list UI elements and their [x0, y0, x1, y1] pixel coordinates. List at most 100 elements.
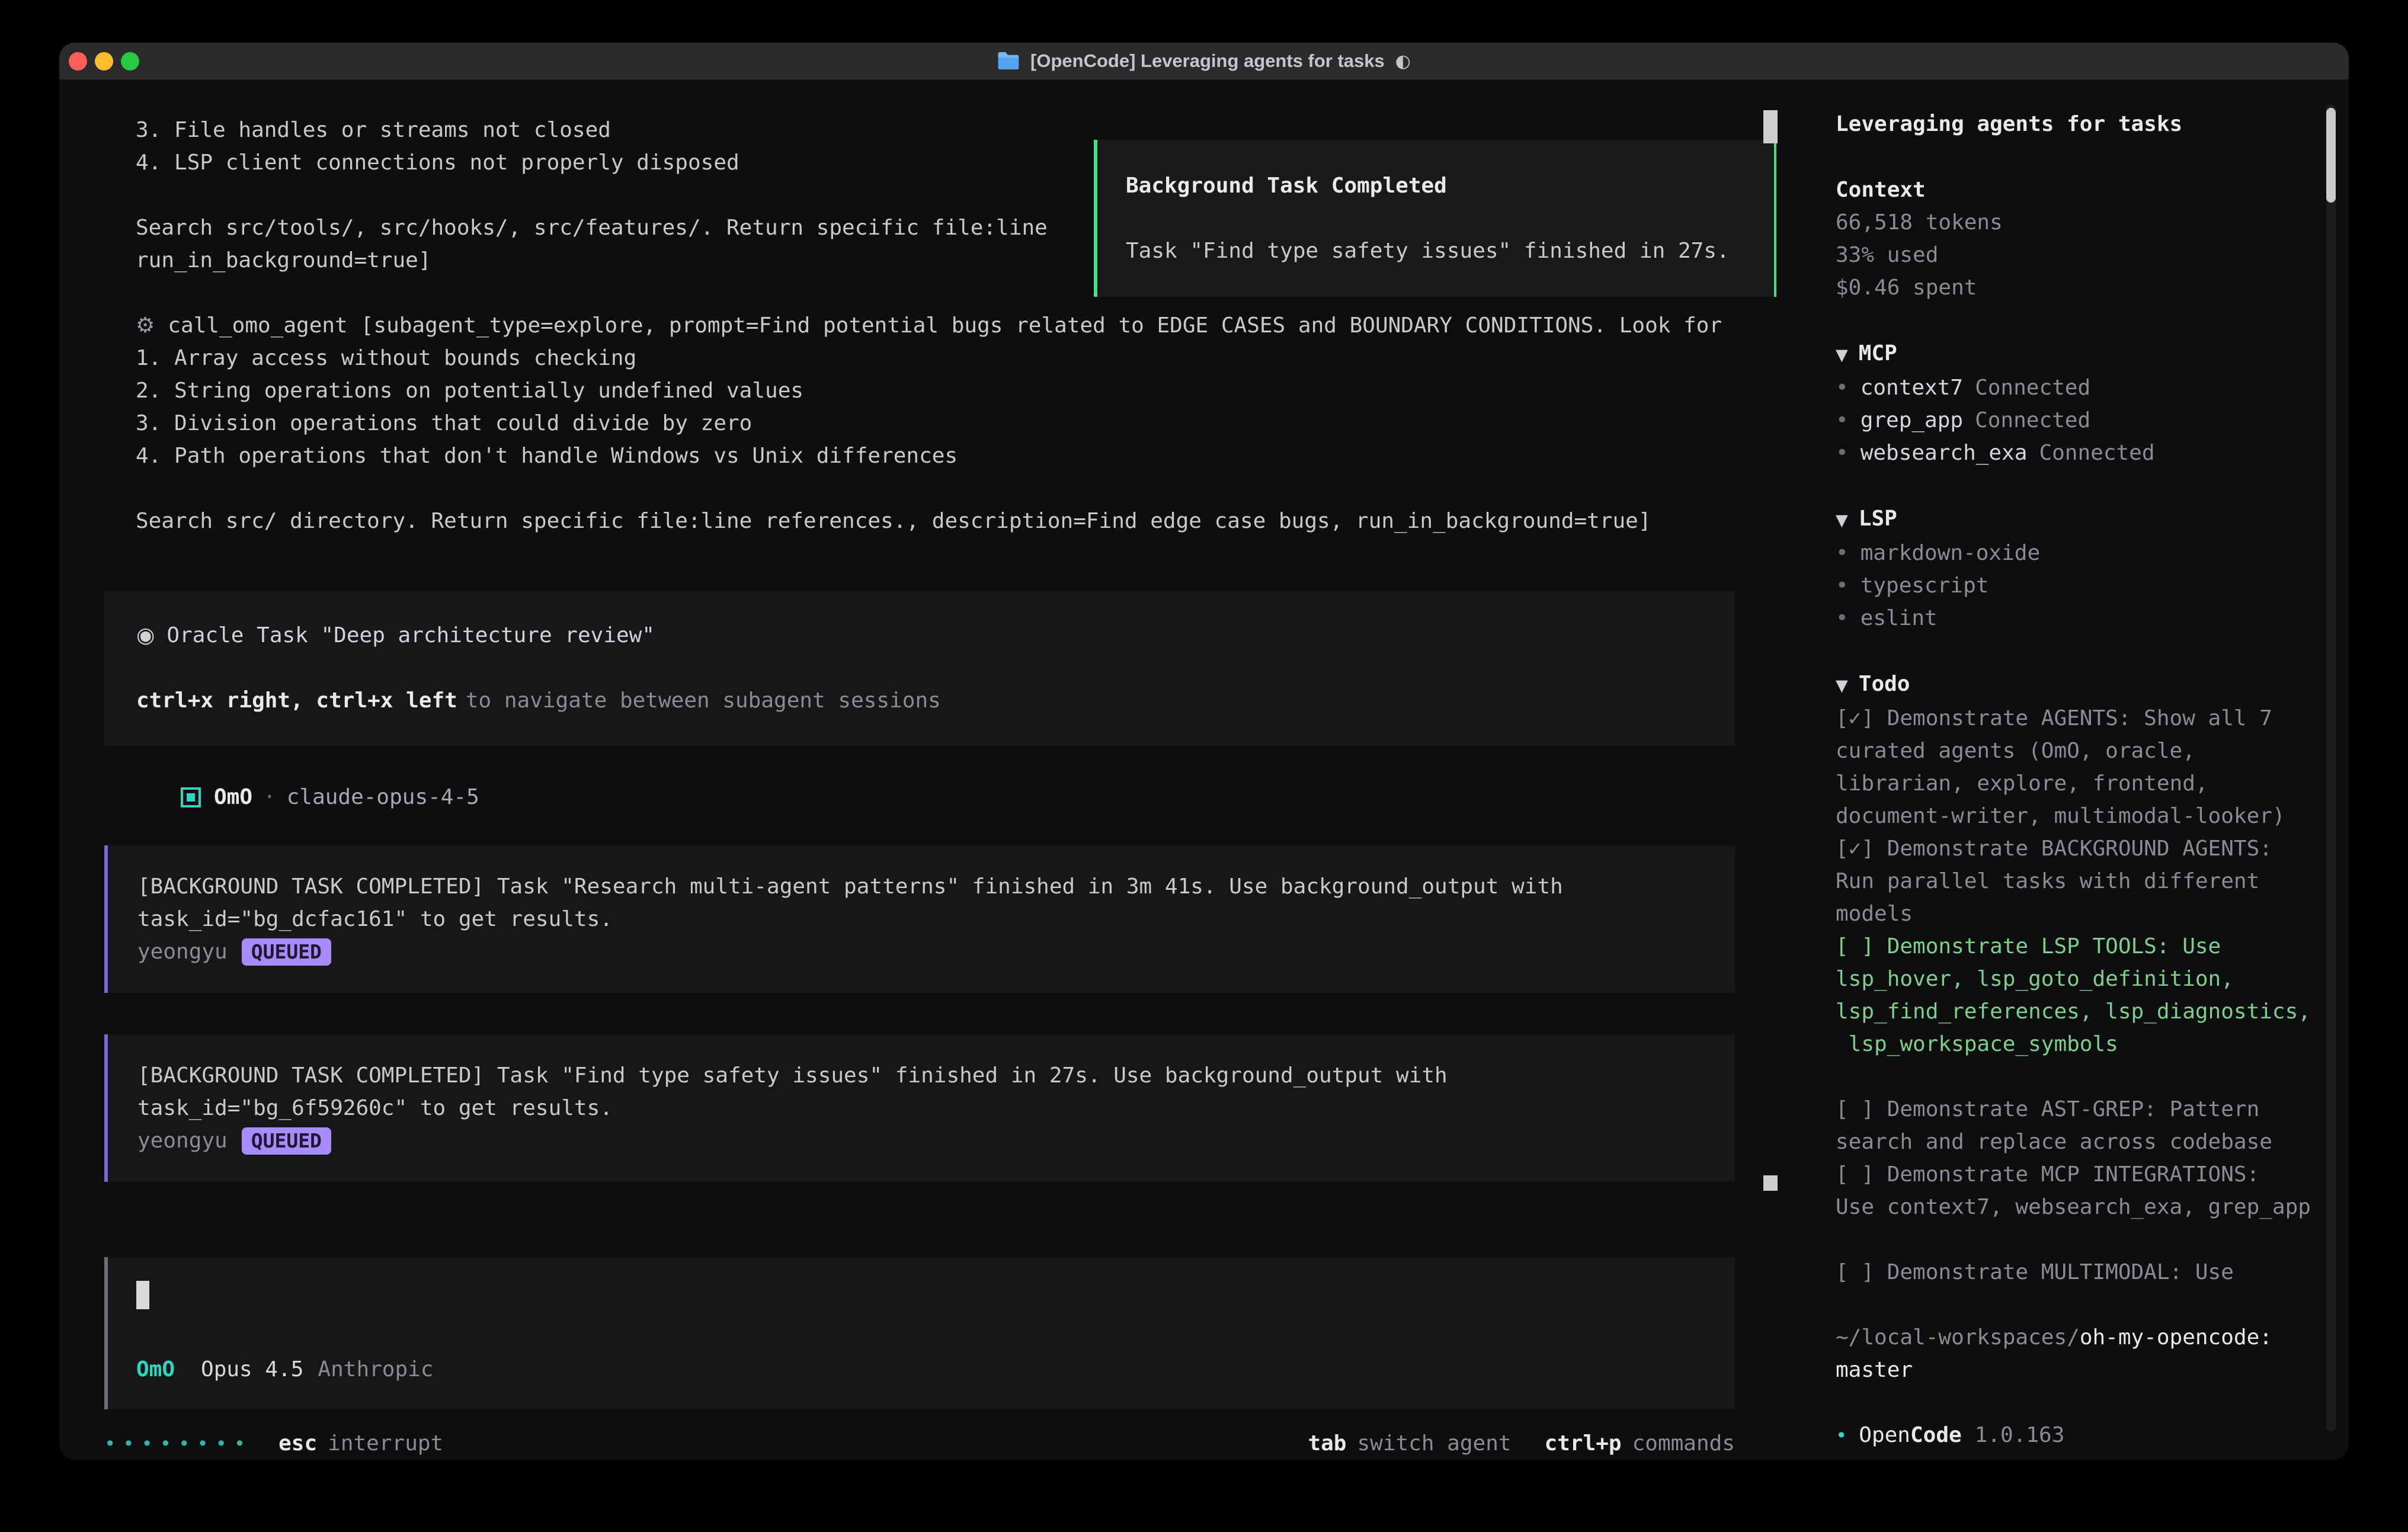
key-esc-label: interrupt	[328, 1431, 443, 1456]
agent-header: OmO · claude-opus-4-5	[181, 781, 1735, 813]
session-sidebar[interactable]: Leveraging agents for tasks Context 66,5…	[1801, 81, 2349, 1460]
titlebar: [OpenCode] Leveraging agents for tasks ◐	[59, 43, 2349, 81]
lsp-item: •eslint	[1836, 602, 2327, 634]
todo-line: [ ] Demonstrate LSP TOOLS: Use	[1836, 930, 2327, 963]
workspace-path: ~/local-workspaces/oh-my-opencode: maste…	[1836, 1321, 2327, 1386]
key-ctrlp: ctrl+p	[1545, 1431, 1622, 1456]
background-task-toast[interactable]: Background Task Completed Task "Find typ…	[1094, 140, 1776, 297]
app-name-bold: Code	[1910, 1423, 1962, 1447]
zoom-window-button[interactable]	[121, 52, 139, 70]
log-line: 3. Division operations that could divide…	[104, 407, 1735, 440]
todo-line: [✓] Demonstrate BACKGROUND AGENTS:	[1836, 832, 2327, 865]
log-line: Search src/ directory. Return specific f…	[104, 505, 1735, 537]
lsp-section-header[interactable]: ▼LSP	[1836, 502, 2327, 537]
app-name: Open	[1859, 1423, 1910, 1447]
todo-line: librarian, explore, frontend,	[1836, 767, 2327, 800]
mcp-item-status: Connected	[1975, 408, 2090, 432]
lsp-item-name: typescript	[1861, 573, 1989, 598]
prompt-input[interactable]: OmO Opus 4.5 Anthropic	[104, 1257, 1735, 1409]
mcp-item: •grep_appConnected	[1836, 404, 2327, 437]
terminal-window: [OpenCode] Leveraging agents for tasks ◐…	[59, 43, 2349, 1460]
toast-title: Background Task Completed	[1126, 169, 1746, 202]
mcp-item: • websearch_exa Connected	[1836, 437, 2327, 469]
background-task-message: [BACKGROUND TASK COMPLETED] Task "Find t…	[104, 1034, 1735, 1182]
oracle-task-title: Oracle Task "Deep architecture review"	[166, 623, 655, 648]
chevron-down-icon: ▼	[1836, 677, 1848, 695]
minimize-window-button[interactable]	[95, 52, 113, 70]
workspace-branch: master	[1836, 1358, 1913, 1382]
todo-line: Use context7, websearch_exa, grep_app	[1836, 1191, 2327, 1223]
lsp-section: ▼LSP • markdown-oxide • typescript •eslint	[1836, 502, 2327, 634]
todo-line: Run parallel tasks with different	[1836, 865, 2327, 898]
busy-indicator-icon: ◐	[1395, 51, 1411, 72]
sidebar-scrollbar-track[interactable]	[2326, 104, 2336, 1431]
mcp-item: •context7Connected	[1836, 371, 2327, 404]
close-window-button[interactable]	[69, 52, 87, 70]
status-badge: QUEUED	[242, 1127, 331, 1155]
todo-line: document-writer, multimodal-looker)	[1836, 800, 2327, 832]
sidebar-scrollbar-thumb[interactable]	[2326, 108, 2336, 203]
context-used: 33% used	[1836, 239, 2327, 271]
mcp-section: ▼MCP •context7Connected •grep_appConnect…	[1836, 337, 2327, 469]
log-line: 2. String operations on potentially unde…	[104, 374, 1735, 407]
todo-line: search and replace across codebase	[1836, 1126, 2327, 1158]
key-tab-label: switch agent	[1357, 1431, 1511, 1456]
tool-name: call_omo_agent	[168, 313, 347, 338]
todo-line: lsp_hover, lsp_goto_definition,	[1836, 963, 2327, 995]
bullet-icon: •	[1836, 376, 1849, 400]
todo-line: models	[1836, 898, 2327, 930]
todo-line: curated agents (OmO, oracle,	[1836, 735, 2327, 767]
mcp-item-name: websearch_exa	[1861, 441, 2028, 465]
window-title: [OpenCode] Leveraging agents for tasks ◐	[997, 50, 1411, 72]
context-header: Context	[1836, 174, 2327, 206]
tool-args: [subagent_type=explore, prompt=Find pote…	[361, 313, 1722, 338]
oracle-task-icon: ◉	[136, 623, 155, 648]
bullet-icon: •	[1836, 541, 1849, 565]
window-title-text: [OpenCode] Leveraging agents for tasks	[1030, 50, 1385, 72]
bullet-icon: •	[1836, 408, 1849, 432]
lsp-item: • typescript	[1836, 569, 2327, 602]
chevron-down-icon: ▼	[1836, 346, 1848, 364]
toast-body: Task "Find type safety issues" finished …	[1126, 235, 1746, 267]
input-provider-name: Anthropic	[318, 1353, 433, 1386]
mcp-section-header[interactable]: ▼MCP	[1836, 337, 2327, 371]
app-version: •OpenCode1.0.163	[1836, 1419, 2327, 1452]
main-pane: 3. File handles or streams not closed 4.…	[59, 81, 1801, 1460]
todo-line: [✓] Demonstrate AGENTS: Show all 7	[1836, 702, 2327, 735]
chat-scroll-area[interactable]: 3. File handles or streams not closed 4.…	[59, 81, 1801, 1257]
todo-line: [ ] Demonstrate MULTIMODAL: Use	[1836, 1256, 2327, 1289]
blank-line	[136, 652, 1703, 684]
todo-item: [✓] Demonstrate AGENTS: Show all 7 curat…	[1836, 702, 2327, 832]
spinner-dots-icon: ••••••••	[104, 1432, 252, 1455]
task-message-meta: yeongyu QUEUED	[137, 1124, 1703, 1157]
log-line: 4. Path operations that don't handle Win…	[104, 440, 1735, 472]
tool-call-line: ⚙call_omo_agent[subagent_type=explore, p…	[104, 309, 1735, 342]
todo-line: lsp_workspace_symbols	[1836, 1028, 2327, 1060]
bullet-icon: •	[1836, 441, 1849, 465]
chat-scrollbar-end[interactable]	[1763, 1175, 1778, 1191]
mcp-item-status: Connected	[2039, 441, 2154, 465]
mcp-item-status: Connected	[1975, 376, 2090, 400]
keyhint-switch-agent: tab switch agent	[1308, 1431, 1511, 1456]
traffic-lights	[69, 43, 139, 79]
lsp-item-name: markdown-oxide	[1861, 541, 2040, 565]
task-user: yeongyu	[137, 1124, 228, 1157]
oracle-task-box: ◉Oracle Task "Deep architecture review" …	[104, 591, 1735, 745]
todo-line: [ ] Demonstrate MCP INTEGRATIONS:	[1836, 1158, 2327, 1191]
bullet-icon: •	[1836, 573, 1849, 598]
agent-separator: ·	[263, 785, 276, 809]
keyhint-interrupt: esc interrupt	[278, 1431, 443, 1456]
todo-item-active: [ ] Demonstrate LSP TOOLS: Use lsp_hover…	[1836, 930, 2327, 1060]
todo-item: [ ] Demonstrate MCP INTEGRATIONS: Use co…	[1836, 1158, 2327, 1223]
key-ctrlp-label: commands	[1632, 1431, 1735, 1456]
lsp-header-label: LSP	[1859, 507, 1897, 531]
task-user: yeongyu	[137, 935, 228, 968]
lsp-item: • markdown-oxide	[1836, 537, 2327, 569]
todo-header-label: Todo	[1859, 672, 1910, 696]
workspace-path-prefix: ~/local-workspaces/	[1836, 1325, 2080, 1350]
bullet-icon: •	[1836, 1424, 1847, 1447]
bullet-icon: •	[1836, 606, 1849, 630]
blank-line	[104, 472, 1735, 505]
todo-section-header[interactable]: ▼ Todo	[1836, 668, 2327, 702]
chat-scrollbar-thumb[interactable]	[1763, 110, 1778, 143]
